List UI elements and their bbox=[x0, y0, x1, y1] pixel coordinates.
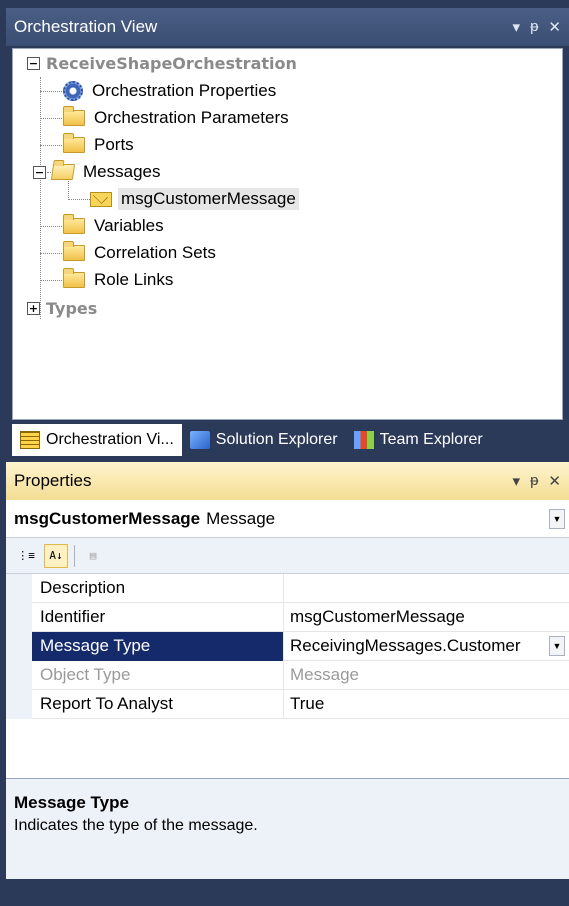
tree-node-orchestration-properties[interactable]: Orchestration Properties bbox=[63, 78, 279, 104]
expand-icon[interactable]: + bbox=[27, 301, 40, 315]
property-name: Object Type bbox=[32, 660, 284, 690]
tree-connector bbox=[40, 118, 64, 119]
property-value: Message bbox=[290, 665, 359, 684]
window-menu-icon[interactable]: ▾ bbox=[513, 472, 521, 490]
tree-node-correlation-sets[interactable]: Correlation Sets bbox=[63, 240, 219, 266]
tab-label[interactable]: Team Explorer bbox=[380, 431, 483, 449]
tree-node-variables[interactable]: Variables bbox=[63, 213, 167, 239]
property-value[interactable]: msgCustomerMessage bbox=[284, 603, 569, 632]
tree-connector bbox=[40, 280, 64, 281]
grid-gutter bbox=[6, 660, 32, 690]
collapse-icon[interactable]: − bbox=[33, 165, 46, 179]
tree-node-orchestration-parameters[interactable]: Orchestration Parameters bbox=[63, 105, 292, 131]
description-title: Message Type bbox=[14, 793, 129, 812]
property-value[interactable]: True bbox=[284, 690, 569, 719]
folder-icon bbox=[63, 214, 85, 234]
grid-gutter bbox=[6, 689, 32, 719]
tree-connector bbox=[68, 199, 90, 200]
orchestration-view-panel: Orchestration View ▾ ᵽ ✕ − ReceiveShapeO… bbox=[6, 8, 569, 456]
tab-label[interactable]: Solution Explorer bbox=[216, 431, 338, 449]
toolbar-separator bbox=[74, 544, 75, 567]
tab-solution-explorer[interactable]: Solution Explorer bbox=[182, 424, 346, 456]
close-icon[interactable]: ✕ bbox=[548, 472, 561, 490]
alphabetical-sort-icon[interactable]: A↓ bbox=[44, 543, 68, 568]
property-row-identifier[interactable]: Identifier msgCustomerMessage bbox=[6, 602, 569, 632]
folder-icon bbox=[63, 241, 85, 261]
property-value[interactable]: ReceivingMessages.Customer bbox=[284, 632, 549, 661]
envelope-icon bbox=[90, 191, 112, 207]
folder-icon bbox=[63, 268, 85, 288]
tree-node-ports[interactable]: Ports bbox=[63, 132, 137, 158]
tree-node-label[interactable]: Correlation Sets bbox=[91, 242, 219, 264]
orchestration-view-title: Orchestration View bbox=[14, 17, 158, 36]
property-name[interactable]: Report To Analyst bbox=[32, 689, 284, 719]
property-pages-icon[interactable]: ▤ bbox=[81, 544, 105, 568]
grid-gutter bbox=[6, 602, 32, 632]
property-name[interactable]: Description bbox=[32, 573, 284, 603]
tree-node-role-links[interactable]: Role Links bbox=[63, 267, 176, 293]
team-explorer-icon bbox=[353, 431, 374, 449]
property-row-object-type: Object Type Message bbox=[6, 660, 569, 690]
property-name[interactable]: Identifier bbox=[32, 602, 284, 632]
pin-icon[interactable]: ᵽ bbox=[530, 472, 538, 490]
tree-connector bbox=[40, 91, 64, 92]
tree-node-label[interactable]: msgCustomerMessage bbox=[118, 188, 299, 210]
orchestration-view-titlebar: Orchestration View ▾ ᵽ ✕ bbox=[6, 8, 569, 46]
close-icon[interactable]: ✕ bbox=[548, 18, 561, 36]
property-row-message-type[interactable]: Message Type ReceivingMessages.Customer … bbox=[6, 631, 569, 661]
folder-icon bbox=[63, 106, 85, 126]
window-menu-icon[interactable]: ▾ bbox=[513, 18, 521, 36]
tree-connector bbox=[40, 253, 64, 254]
collapse-icon[interactable]: − bbox=[27, 56, 40, 70]
orchestration-view-icon bbox=[20, 431, 40, 449]
tree-node-msgcustomermessage[interactable]: msgCustomerMessage bbox=[90, 186, 299, 212]
property-row-description[interactable]: Description bbox=[6, 573, 569, 603]
properties-toolbar: ⋮≡ A↓ ▤ bbox=[6, 538, 569, 574]
grid-gutter bbox=[6, 631, 32, 661]
selected-object-type: Message bbox=[206, 508, 276, 528]
dropdown-arrow-icon[interactable]: ▼ bbox=[549, 636, 565, 656]
tree-node-label[interactable]: Messages bbox=[80, 161, 163, 183]
tree-root-node[interactable]: − ReceiveShapeOrchestration bbox=[27, 50, 297, 76]
tree-node-label[interactable]: Orchestration Parameters bbox=[91, 107, 292, 129]
properties-title: Properties bbox=[14, 471, 92, 490]
dropdown-arrow-icon[interactable]: ▼ bbox=[549, 508, 565, 529]
object-selector[interactable]: msgCustomerMessage Message ▼ bbox=[6, 500, 569, 538]
property-name[interactable]: Message Type bbox=[32, 631, 284, 661]
tab-label[interactable]: Orchestration Vi... bbox=[46, 431, 174, 449]
orchestration-tree: − ReceiveShapeOrchestration Orchestratio… bbox=[12, 48, 563, 420]
gear-icon bbox=[63, 81, 83, 101]
properties-titlebar: Properties ▾ ᵽ ✕ bbox=[6, 462, 569, 500]
solution-explorer-icon bbox=[189, 431, 210, 449]
pin-icon[interactable]: ᵽ bbox=[530, 18, 538, 36]
tool-window-tabs: Orchestration Vi... Solution Explorer Te… bbox=[12, 424, 569, 456]
tree-connector bbox=[40, 77, 41, 319]
tree-node-types[interactable]: + Types bbox=[27, 295, 97, 321]
selected-object-name: msgCustomerMessage bbox=[14, 508, 201, 528]
tree-root-label[interactable]: ReceiveShapeOrchestration bbox=[46, 54, 297, 73]
property-value[interactable] bbox=[284, 574, 569, 603]
tree-node-label[interactable]: Types bbox=[46, 299, 97, 318]
tree-connector bbox=[40, 145, 64, 146]
tab-orchestration-view[interactable]: Orchestration Vi... bbox=[12, 424, 182, 456]
grid-gutter bbox=[6, 573, 32, 603]
property-description-pane: Message Type Indicates the type of the m… bbox=[6, 778, 569, 879]
folder-icon bbox=[63, 133, 85, 153]
description-text: Indicates the type of the message. bbox=[14, 817, 258, 834]
tree-node-label[interactable]: Ports bbox=[91, 134, 137, 156]
property-row-report-to-analyst[interactable]: Report To Analyst True bbox=[6, 689, 569, 719]
tree-node-label[interactable]: Orchestration Properties bbox=[89, 80, 279, 102]
tree-node-label[interactable]: Variables bbox=[91, 215, 167, 237]
categorized-icon[interactable]: ⋮≡ bbox=[14, 544, 38, 568]
property-grid: Description Identifier msgCustomerMessag… bbox=[6, 573, 569, 778]
tree-node-label[interactable]: Role Links bbox=[91, 269, 176, 291]
tree-connector bbox=[40, 226, 64, 227]
tree-node-messages[interactable]: − Messages bbox=[33, 159, 163, 185]
open-folder-icon bbox=[50, 164, 76, 180]
tab-team-explorer[interactable]: Team Explorer bbox=[346, 424, 491, 456]
properties-panel: Properties ▾ ᵽ ✕ msgCustomerMessage Mess… bbox=[6, 462, 569, 906]
